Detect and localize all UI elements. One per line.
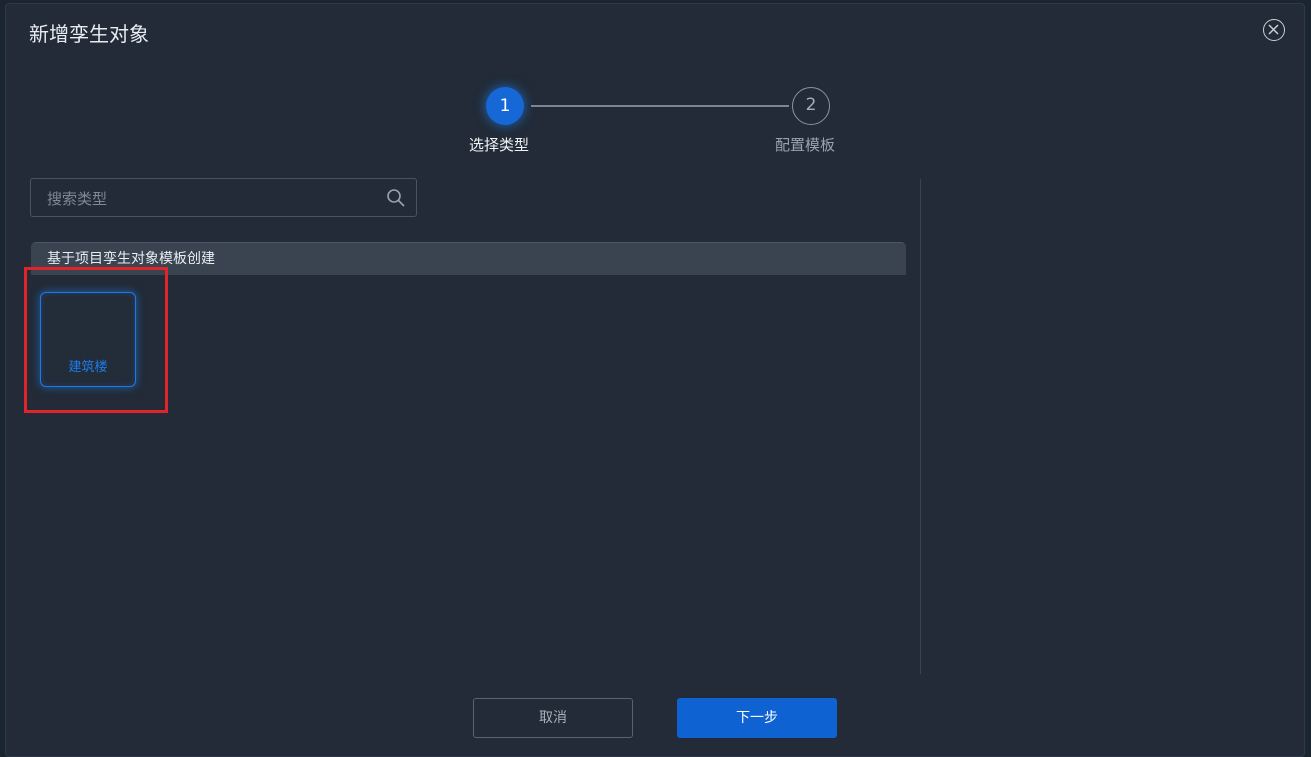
next-step-button[interactable]: 下一步 (677, 698, 837, 738)
step-2-label: 配置模板 (775, 136, 836, 154)
step-2-indicator: 2 (792, 87, 830, 125)
search-box (30, 178, 417, 218)
dialog-title: 新增孪生对象 (29, 22, 149, 46)
highlight-annotation (24, 267, 168, 413)
step-1-label: 选择类型 (469, 136, 530, 154)
close-button[interactable] (1263, 19, 1285, 41)
step-1-indicator: 1 (486, 87, 524, 125)
new-twin-object-dialog: 新增孪生对象 1 2 选择类型 配置模板 基于项目孪生对象模板创建 建筑楼 取消… (5, 3, 1305, 757)
close-icon (1268, 24, 1279, 35)
panel-divider (920, 179, 921, 674)
template-group-title: 基于项目孪生对象模板创建 (47, 251, 215, 267)
search-icon[interactable] (386, 188, 406, 208)
search-input[interactable] (45, 179, 369, 218)
cancel-button[interactable]: 取消 (473, 698, 633, 738)
step-connector (531, 105, 789, 107)
